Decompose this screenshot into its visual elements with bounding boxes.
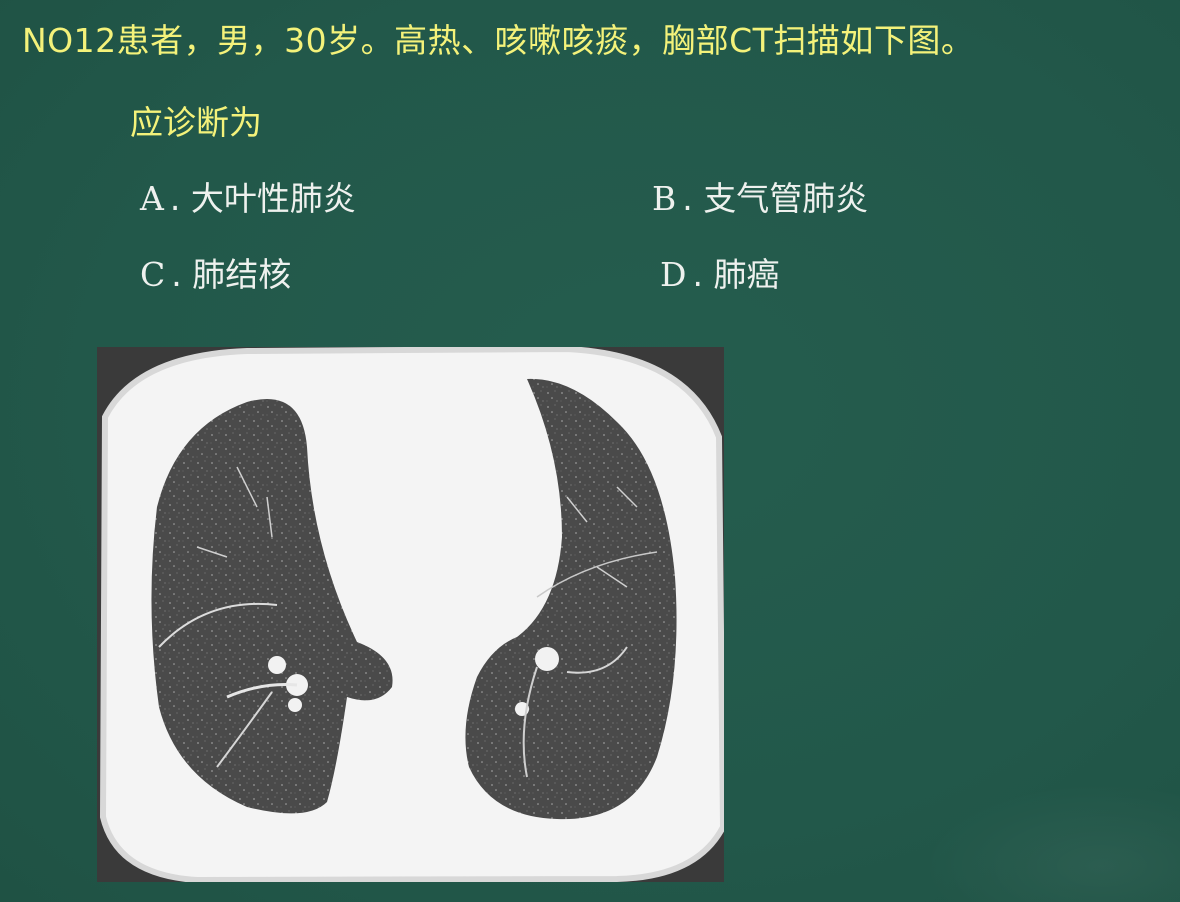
- corner-glare: [920, 782, 1180, 902]
- ct-scan-illustration: [97, 347, 724, 882]
- option-c-sep: .: [171, 255, 182, 294]
- option-c-letter: C: [140, 255, 166, 294]
- question-prompt: 应诊断为: [130, 103, 262, 142]
- option-a-letter: A: [140, 179, 164, 218]
- question-stem: NO12患者，男，30岁。高热、咳嗽咳痰，胸部CT扫描如下图。: [22, 21, 975, 60]
- option-b-letter: B: [652, 179, 677, 218]
- option-b-text: 支气管肺炎: [703, 179, 869, 218]
- option-a-sep: .: [169, 179, 181, 218]
- option-d[interactable]: D. 肺癌: [660, 248, 779, 296]
- slide-background: NO12患者，男，30岁。高热、咳嗽咳痰，胸部CT扫描如下图。 应诊断为 A. …: [0, 0, 1180, 902]
- option-a-text: 大叶性肺炎: [190, 179, 356, 218]
- option-c-text: 肺结核: [192, 255, 292, 294]
- option-a[interactable]: A. 大叶性肺炎: [140, 172, 356, 220]
- option-d-text: 肺癌: [713, 255, 780, 294]
- option-b-sep: .: [682, 179, 693, 218]
- option-c[interactable]: C. 肺结核: [140, 248, 291, 296]
- option-d-letter: D: [660, 255, 687, 294]
- option-d-sep: .: [692, 255, 703, 294]
- option-b[interactable]: B. 支气管肺炎: [652, 172, 868, 220]
- chest-ct-image: [97, 347, 724, 882]
